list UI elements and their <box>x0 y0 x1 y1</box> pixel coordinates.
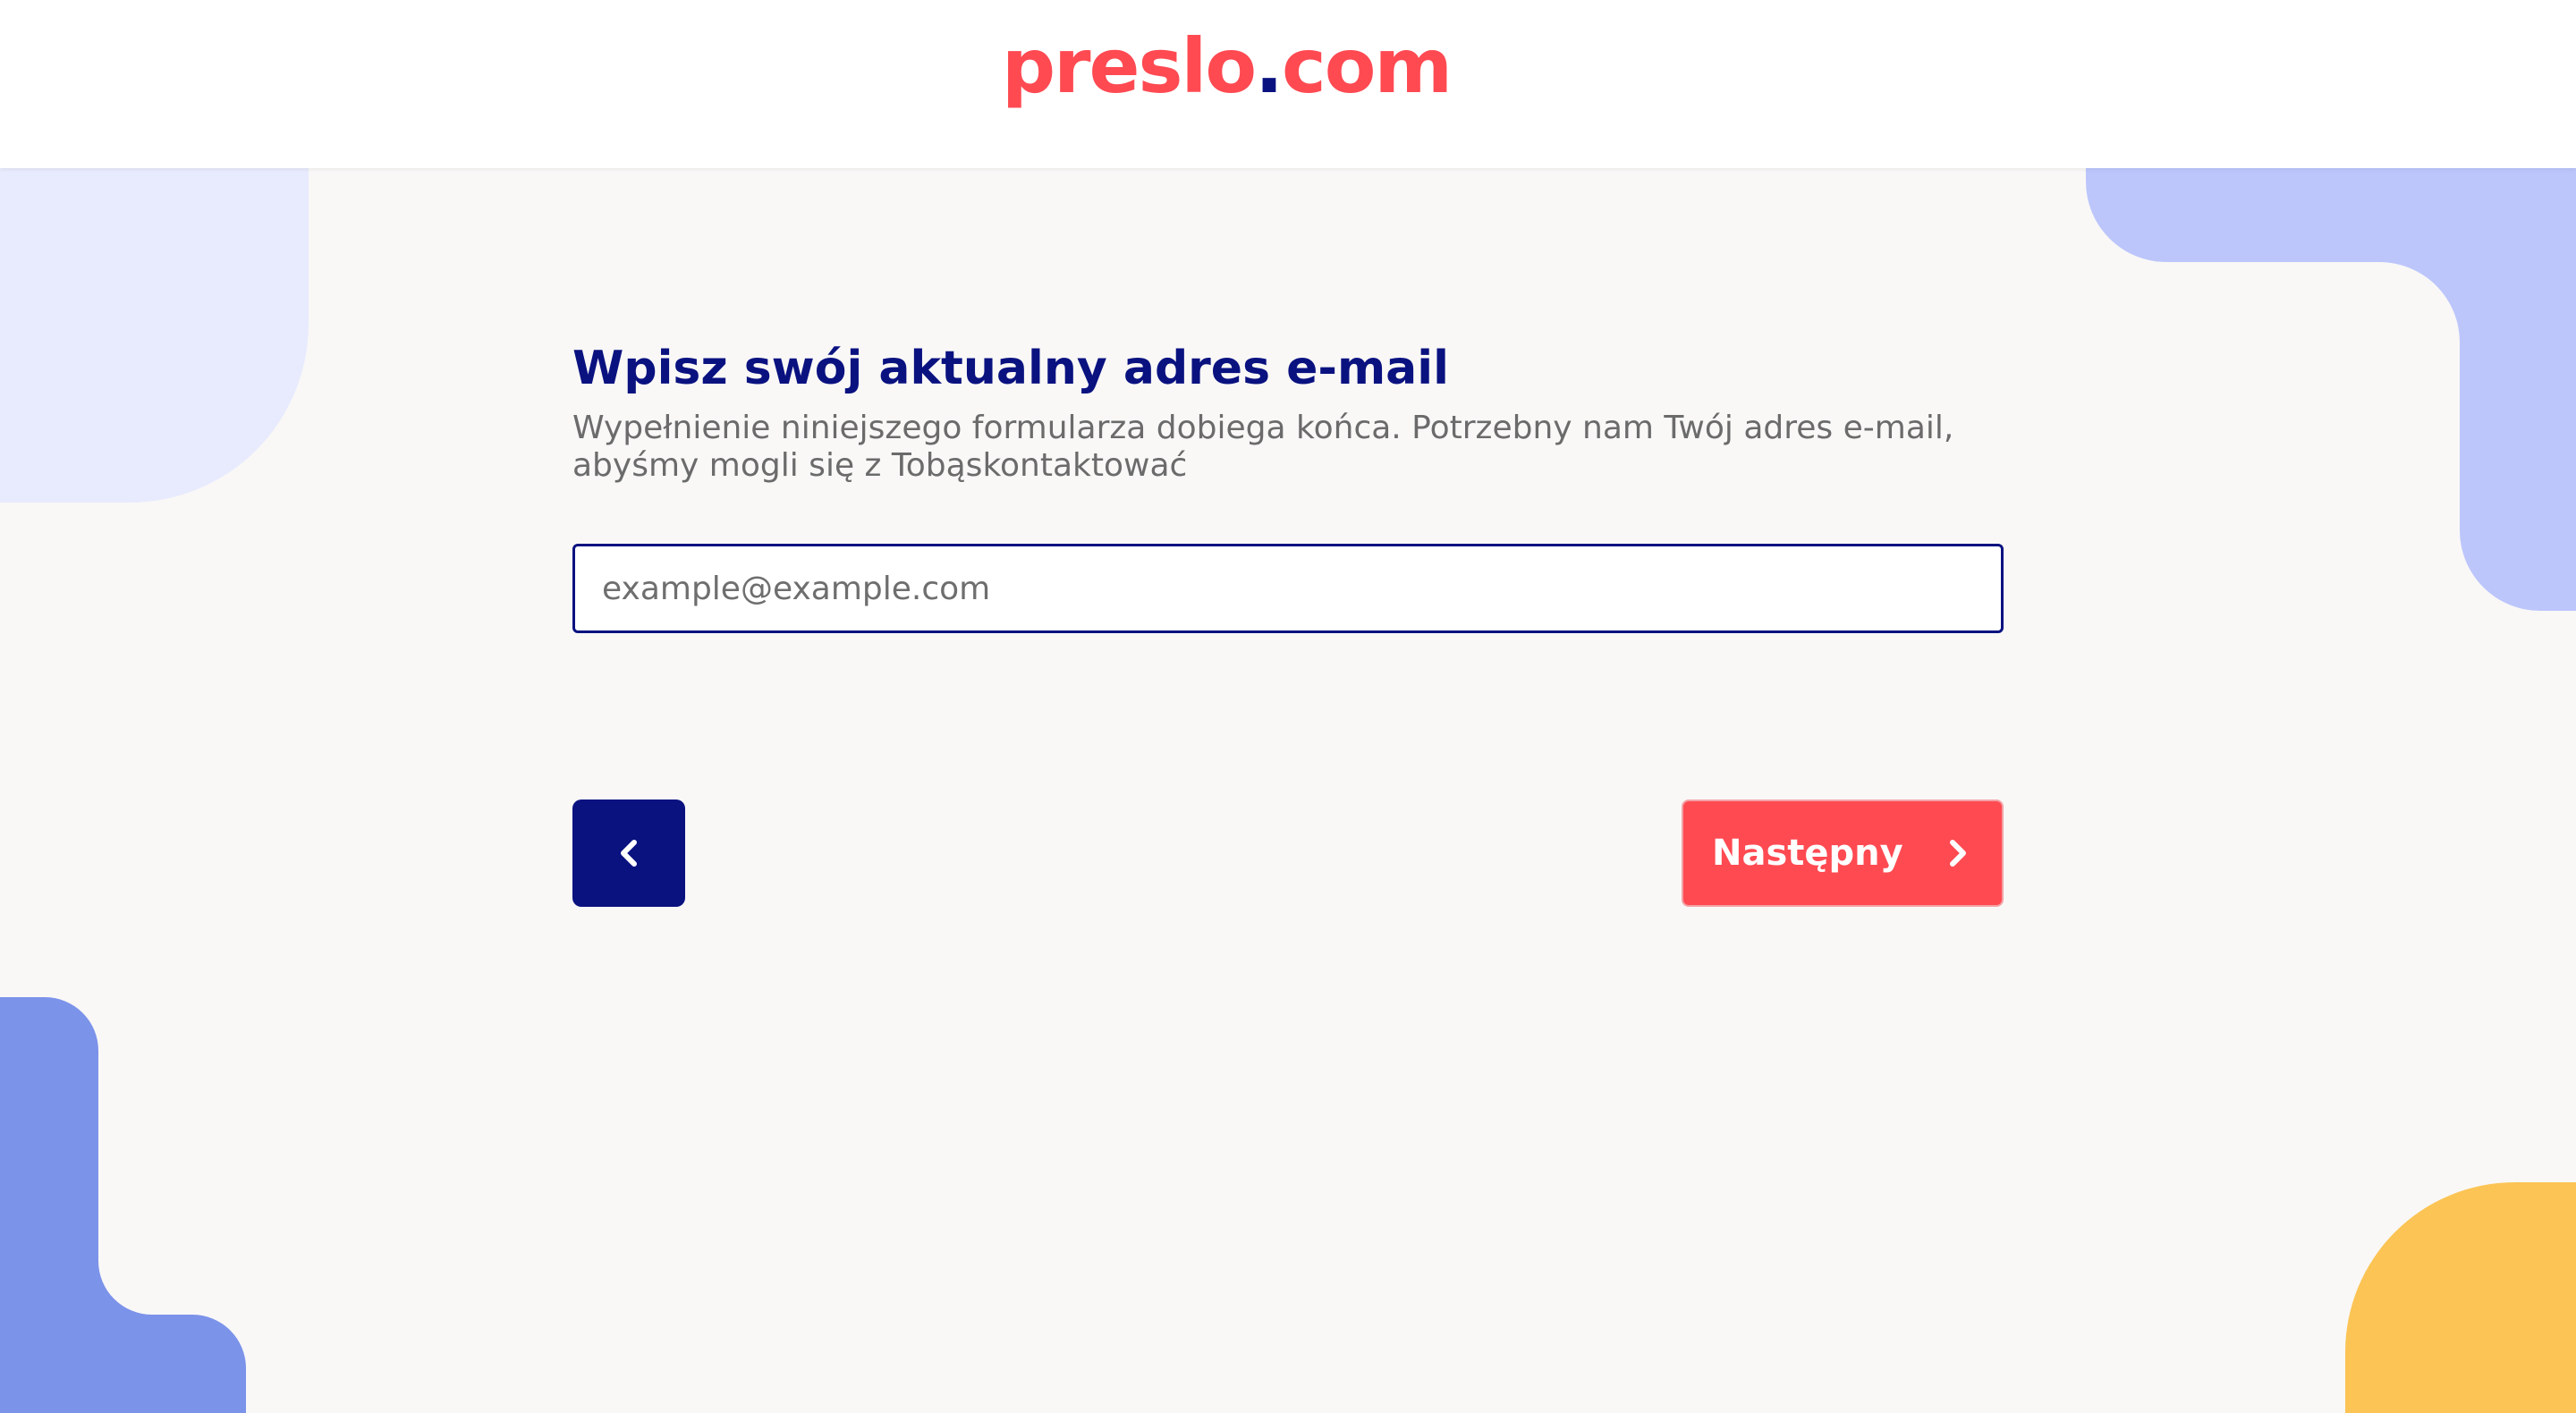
email-form: Wpisz swój aktualny adres e-mail Wypełni… <box>572 340 2004 907</box>
chevron-right-icon <box>1945 837 1971 869</box>
decor-shape-bottom-right <box>2345 1182 2576 1413</box>
back-button[interactable] <box>572 800 685 907</box>
logo-dot: . <box>1255 22 1284 110</box>
page-title: Wpisz swój aktualny adres e-mail <box>572 342 1449 395</box>
form-description: Wypełnienie niniejszego formularza dobie… <box>572 410 1954 484</box>
page: preslo. com Wpisz swój aktualny adres e-m… <box>0 0 2576 1413</box>
logo-brand: preslo <box>1002 22 1257 110</box>
decor-shape-top-right-column <box>2460 168 2576 611</box>
next-button[interactable]: Następny <box>1682 800 2004 907</box>
site-logo[interactable]: preslo. com <box>1002 13 1453 120</box>
next-button-label: Następny <box>1712 833 1903 874</box>
email-field[interactable] <box>572 544 2004 633</box>
decor-shape-bottom-left-foot <box>0 1315 246 1413</box>
chevron-left-icon <box>615 837 642 869</box>
logo-tld: com <box>1281 22 1453 110</box>
header: preslo. com <box>0 0 2576 168</box>
decor-shape-top-left <box>0 168 309 503</box>
